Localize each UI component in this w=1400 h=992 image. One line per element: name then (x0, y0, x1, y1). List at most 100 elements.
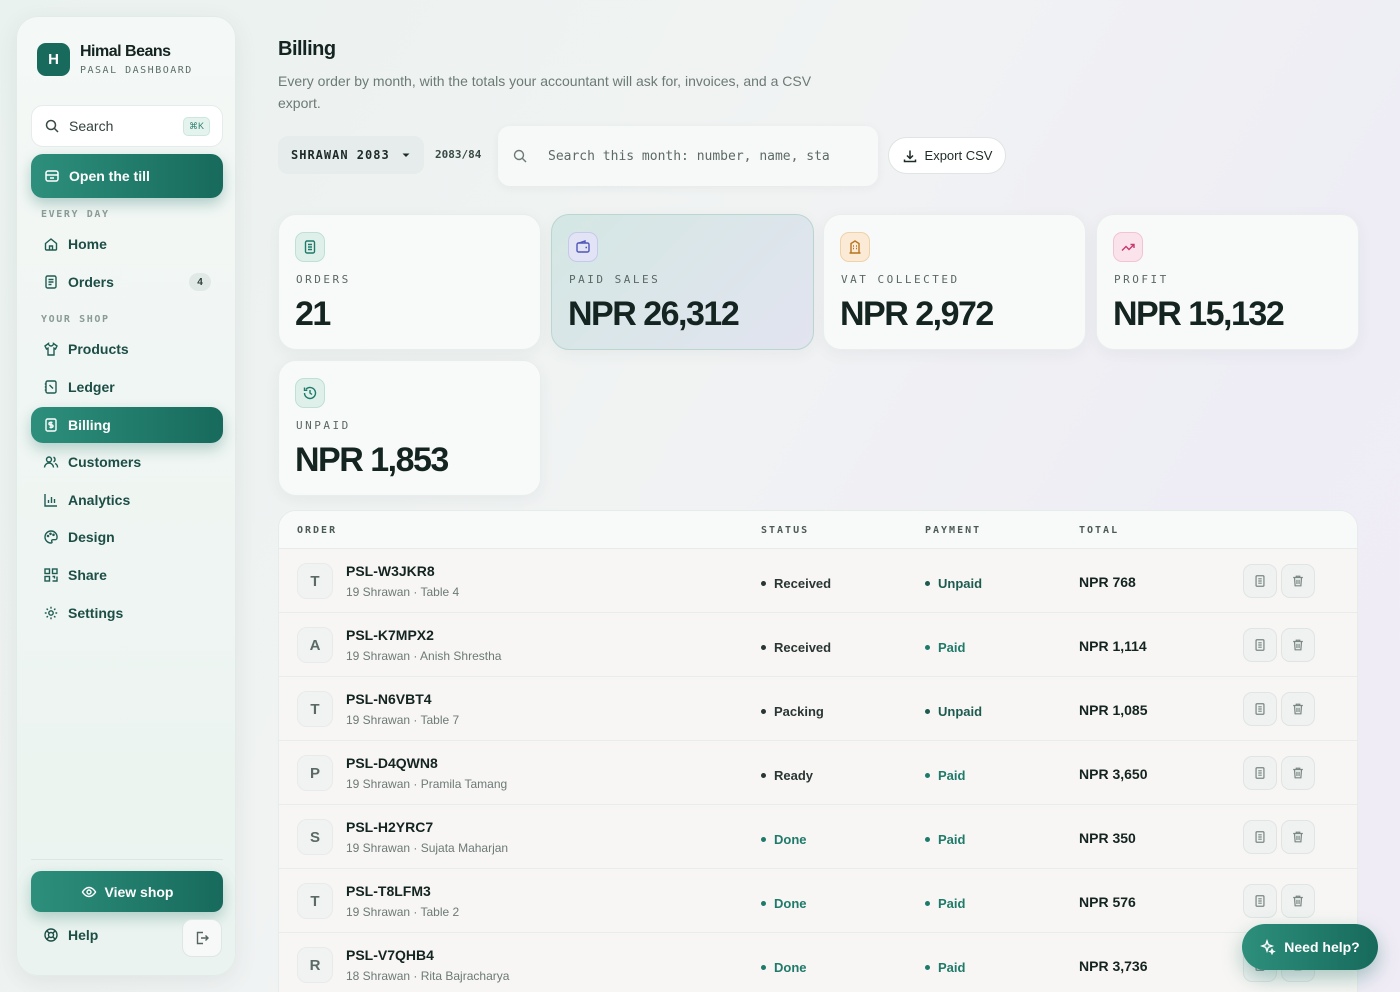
invoice-icon (1255, 639, 1265, 651)
sidebar-item-settings[interactable]: Settings (31, 595, 223, 631)
delete-button[interactable] (1281, 692, 1315, 726)
payment-badge: Paid (925, 832, 965, 847)
order-number[interactable]: PSL-T8LFM3 (346, 883, 431, 899)
payment-text: Paid (938, 896, 966, 911)
brand-subtitle: PASAL DASHBOARD (80, 65, 193, 76)
export-csv-button[interactable]: Export CSV (888, 137, 1006, 174)
sidebar-item-share[interactable]: Share (31, 557, 223, 593)
sparkle-icon (1260, 939, 1277, 955)
order-number[interactable]: PSL-W3JKR8 (346, 563, 435, 579)
order-number[interactable]: PSL-D4QWN8 (346, 755, 438, 771)
payment-text: Paid (938, 640, 966, 655)
delete-button[interactable] (1281, 884, 1315, 918)
view-shop-button[interactable]: View shop (31, 871, 223, 912)
invoice-icon (1255, 767, 1265, 779)
gear-icon (44, 606, 58, 620)
order-avatar: R (297, 947, 333, 983)
payment-text: Unpaid (938, 576, 983, 591)
order-total: NPR 3,736 (1079, 958, 1148, 974)
table-row[interactable]: S PSL-H2YRC7 19 Shrawan · Sujata Maharjan D… (279, 805, 1357, 869)
order-number[interactable]: PSL-V7QHB4 (346, 947, 434, 963)
sidebar-item-billing[interactable]: Billing (31, 407, 223, 443)
payment-text: Unpaid (938, 704, 983, 719)
month-value: SHRAWAN 2083 (291, 148, 390, 162)
trend-up-icon (1113, 232, 1143, 262)
invoice-button[interactable] (1243, 820, 1277, 854)
sidebar-item-ledger[interactable]: Ledger (31, 369, 223, 405)
order-total: NPR 1,114 (1079, 638, 1147, 654)
sidebar-item-design[interactable]: Design (31, 519, 223, 555)
help-link[interactable]: Help (43, 927, 98, 943)
month-search[interactable] (498, 126, 878, 186)
open-till-button[interactable]: Open the till (31, 154, 223, 198)
need-help-button[interactable]: Need help? (1242, 924, 1378, 970)
order-avatar: P (297, 755, 333, 791)
order-total: NPR 350 (1079, 830, 1136, 846)
wallet-icon (568, 232, 598, 262)
payment-dot (925, 901, 930, 906)
search-icon (45, 119, 59, 133)
invoice-button[interactable] (1243, 884, 1277, 918)
stat-card-vat: VAT COLLECTED NPR 2,972 (823, 214, 1086, 350)
order-avatar: T (297, 691, 333, 727)
column-order[interactable]: ORDER (297, 525, 337, 536)
orders-badge: 4 (189, 273, 211, 291)
order-number[interactable]: PSL-H2YRC7 (346, 819, 433, 835)
payment-dot (925, 581, 930, 586)
table-row[interactable]: R PSL-V7QHB4 18 Shrawan · Rita Bajracharya… (279, 933, 1357, 992)
trash-icon (1293, 575, 1303, 587)
billing-icon (45, 418, 57, 432)
table-row[interactable]: T PSL-T8LFM3 19 Shrawan · Table 2 Done Paid N… (279, 869, 1357, 933)
page-subtitle: Every order by month, with the totals yo… (278, 73, 812, 111)
payment-dot (925, 837, 930, 842)
delete-button[interactable] (1281, 756, 1315, 790)
column-total[interactable]: TOTAL (1079, 525, 1119, 536)
month-search-input[interactable] (548, 148, 858, 164)
column-payment[interactable]: PAYMENT (925, 525, 981, 536)
status-badge: Ready (761, 768, 813, 783)
status-text: Done (774, 832, 807, 847)
register-icon (45, 170, 59, 182)
receipt-icon (45, 275, 57, 289)
order-avatar: T (297, 563, 333, 599)
sidebar-item-products[interactable]: Products (31, 331, 223, 367)
invoice-button[interactable] (1243, 692, 1277, 726)
order-number[interactable]: PSL-N6VBT4 (346, 691, 432, 707)
sidebar-item-orders[interactable]: Orders 4 (31, 264, 223, 300)
payment-badge: Unpaid (925, 576, 982, 591)
invoice-button[interactable] (1243, 628, 1277, 662)
order-number[interactable]: PSL-K7MPX2 (346, 627, 434, 643)
sidebar: H Himal Beans PASAL DASHBOARD Search ⌘K … (16, 16, 236, 976)
month-selector[interactable]: SHRAWAN 2083 (278, 136, 424, 174)
trash-icon (1293, 895, 1303, 907)
sidebar-search[interactable]: Search ⌘K (31, 105, 223, 147)
table-row[interactable]: P PSL-D4QWN8 19 Shrawan · Pramila Tamang Re… (279, 741, 1357, 805)
palette-icon (44, 530, 58, 544)
invoice-button[interactable] (1243, 564, 1277, 598)
order-meta: 18 Shrawan · Rita Bajracharya (346, 969, 510, 983)
order-total: NPR 576 (1079, 894, 1136, 910)
table-row[interactable]: A PSL-K7MPX2 19 Shrawan · Anish Shrestha Re… (279, 613, 1357, 677)
delete-button[interactable] (1281, 564, 1315, 598)
trash-icon (1293, 767, 1303, 779)
delete-button[interactable] (1281, 628, 1315, 662)
logout-button[interactable] (182, 919, 222, 957)
delete-button[interactable] (1281, 820, 1315, 854)
status-dot (761, 901, 766, 906)
table-row[interactable]: T PSL-N6VBT4 19 Shrawan · Table 7 Packing Un… (279, 677, 1357, 741)
status-text: Ready (774, 768, 814, 783)
table-body: T PSL-W3JKR8 19 Shrawan · Table 4 Received U… (279, 549, 1357, 992)
brand[interactable]: H Himal Beans PASAL DASHBOARD (37, 43, 193, 76)
status-dot (761, 965, 766, 970)
table-row[interactable]: T PSL-W3JKR8 19 Shrawan · Table 4 Received U… (279, 549, 1357, 613)
status-text: Received (774, 576, 832, 591)
invoice-button[interactable] (1243, 756, 1277, 790)
bar-chart-icon (44, 494, 57, 507)
search-label: Search (69, 118, 114, 134)
open-till-label: Open the till (69, 168, 150, 184)
sidebar-item-home[interactable]: Home (31, 226, 223, 262)
sidebar-item-analytics[interactable]: Analytics (31, 482, 223, 518)
column-status[interactable]: STATUS (761, 525, 809, 536)
payment-text: Paid (938, 832, 966, 847)
sidebar-item-customers[interactable]: Customers (31, 444, 223, 480)
